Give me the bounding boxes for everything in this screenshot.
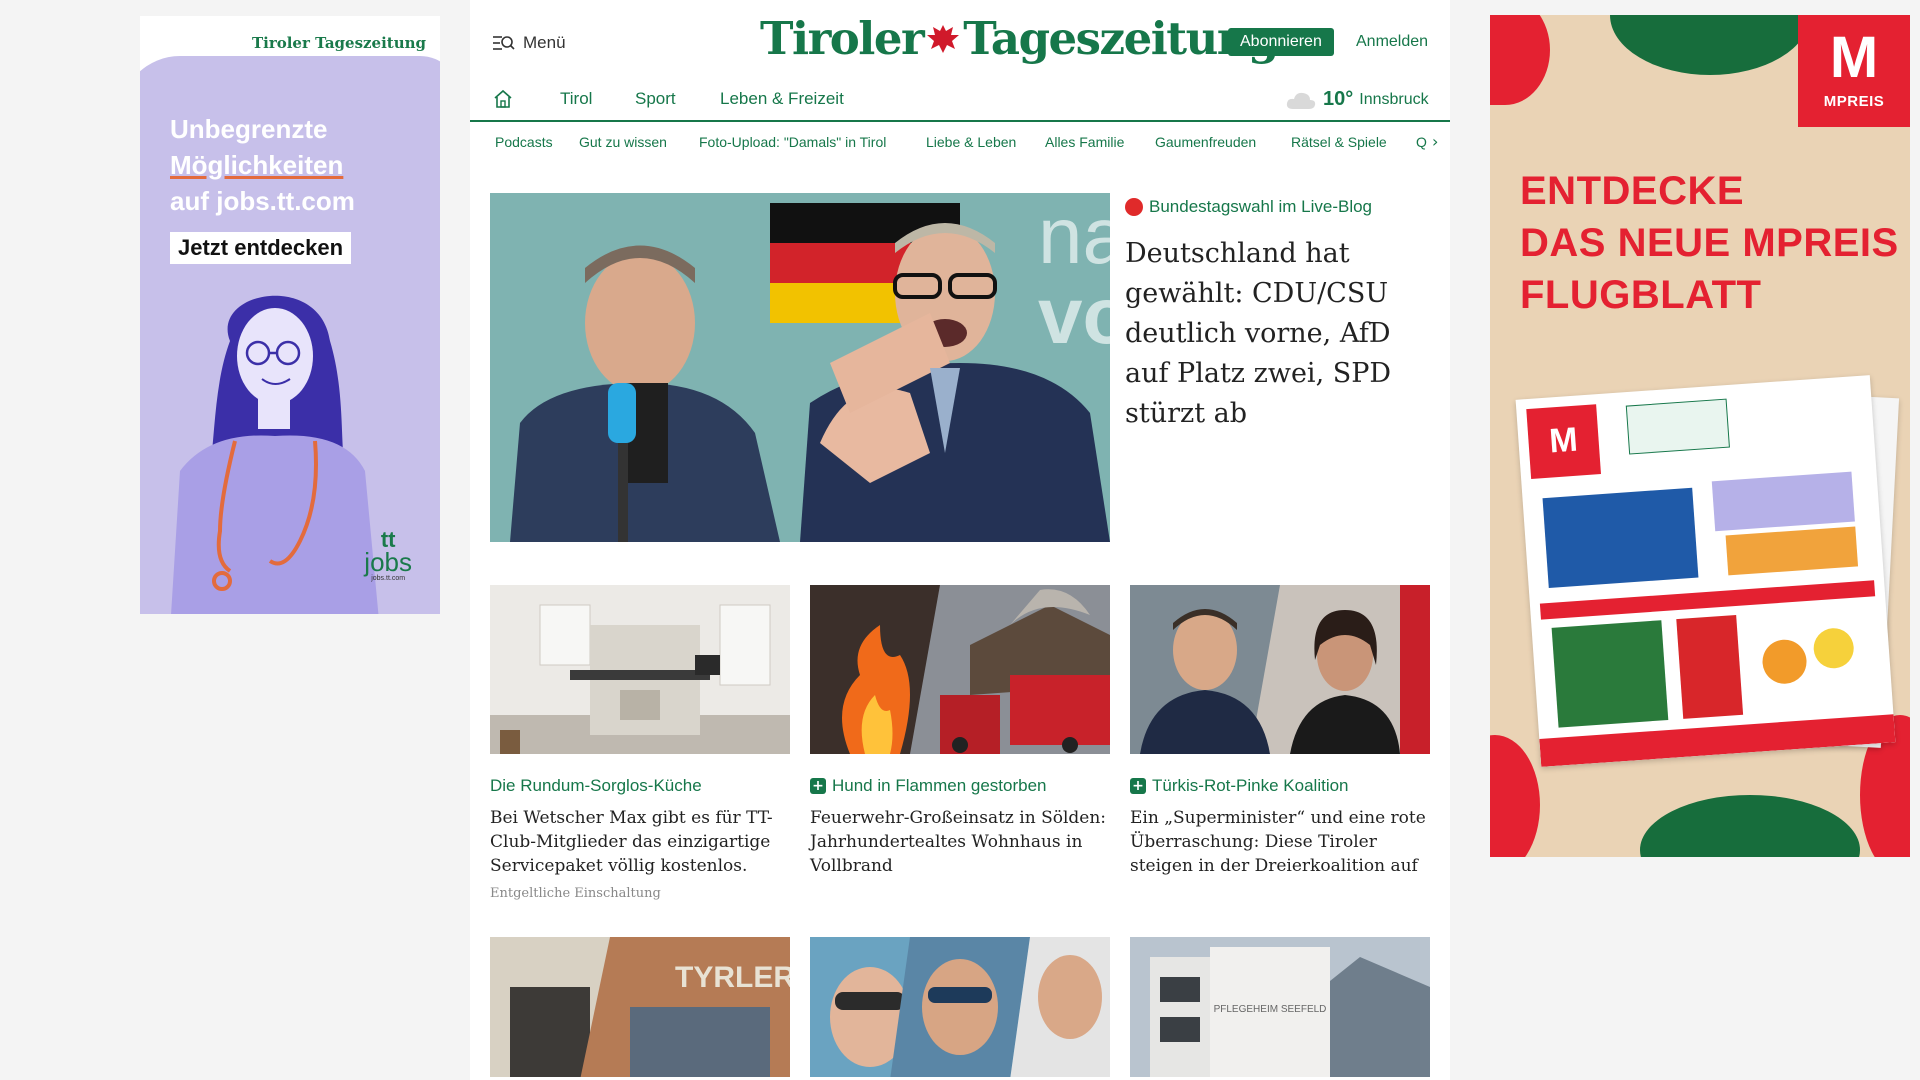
jobs-ad-banner[interactable]: Tiroler Tageszeitung Unbegrenzte Möglich… [140, 16, 440, 614]
article-card[interactable]: + Türkis-Rot-Pinke Koalition Ein „Superm… [1130, 585, 1430, 878]
subnav-item-gaumenfreuden[interactable]: Gaumenfreuden [1155, 134, 1256, 150]
ad-headline-line: Unbegrenzte [170, 114, 328, 144]
shop-sign-text: TYRLER [675, 961, 790, 994]
site-logo[interactable]: Tiroler Tageszeitung [760, 12, 1279, 65]
flyer-image: M [1515, 375, 1896, 767]
main-column: Menü Tiroler Tageszeitung Abonnieren Anm… [470, 0, 1450, 1080]
chevron-right-icon[interactable]: › [1432, 132, 1438, 151]
hero-kicker[interactable]: Bundestagswahl im Live-Blog [1125, 197, 1372, 217]
article-kicker-label: Hund in Flammen gestorben [832, 776, 1047, 795]
subnav-item-foto-upload[interactable]: Foto-Upload: "Damals" in Tirol [699, 134, 886, 150]
building-sign-text: PFLEGEHEIM SEEFELD [1214, 1004, 1327, 1015]
article-title[interactable]: Feuerwehr-Großeinsatz in Sölden: Jahrhun… [810, 806, 1110, 878]
menu-label: Menü [523, 33, 566, 52]
subscribe-button[interactable]: Abonnieren [1228, 28, 1334, 56]
article-image-building[interactable]: PFLEGEHEIM SEEFELD [1130, 937, 1430, 1077]
mpreis-headline: ENTDECKE DAS NEUE MPREIS FLUGBLATT [1520, 165, 1899, 321]
article-title[interactable]: Ein „Superminister“ und eine rote Überra… [1130, 806, 1430, 878]
logo-jobs: jobs [364, 547, 412, 577]
article-card[interactable]: + Hund in Flammen gestorben Feuerwehr-Gr… [810, 585, 1110, 878]
live-dot-icon [1125, 198, 1143, 216]
subnav-item-podcasts[interactable]: Podcasts [495, 134, 553, 150]
svg-text:na: na [1038, 193, 1110, 280]
subnav-item-raetsel-spiele[interactable]: Rätsel & Spiele [1291, 134, 1387, 150]
article-kicker[interactable]: + Türkis-Rot-Pinke Koalition [1130, 776, 1430, 796]
mpreis-headline-line: ENTDECKE [1520, 169, 1745, 213]
menu-button[interactable]: Menü [492, 33, 566, 53]
subnav-item-gut-zu-wissen[interactable]: Gut zu wissen [579, 134, 667, 150]
ad-brand-logo: Tiroler Tageszeitung [251, 34, 426, 52]
svg-text:vo: vo [1038, 271, 1110, 360]
mpreis-logo-name: MPREIS [1823, 93, 1885, 110]
ad-headline-line: auf jobs.tt.com [170, 186, 355, 216]
main-nav: Tirol Sport Leben & Freizeit 10° Innsbru… [470, 82, 1450, 122]
tyrolean-eagle-icon [927, 24, 960, 53]
tt-jobs-logo: tt jobs jobs.tt.com [364, 529, 412, 583]
ad-headline-line: Möglichkeiten [170, 150, 344, 180]
article-title[interactable]: Bei Wetscher Max gibt es für TT-Club-Mit… [490, 806, 790, 878]
plus-badge-icon: + [810, 778, 826, 794]
nav-item-tirol[interactable]: Tirol [560, 89, 592, 109]
nav-item-leben-freizeit[interactable]: Leben & Freizeit [720, 89, 844, 109]
subnav-item-alles-familie[interactable]: Alles Familie [1045, 134, 1124, 150]
logo-url: jobs.tt.com [371, 575, 406, 582]
article-image-people[interactable] [810, 937, 1110, 1077]
mpreis-logo: M MPREIS [1798, 15, 1910, 127]
sub-nav: Podcasts Gut zu wissen Foto-Upload: "Dam… [470, 122, 1450, 164]
svg-text:M: M [1548, 421, 1579, 461]
ad-cta-button[interactable]: Jetzt entdecken [170, 232, 352, 264]
article-kicker[interactable]: Die Rundum-Sorglos-Küche [490, 776, 790, 796]
article-image-politicians[interactable] [1130, 585, 1430, 754]
hero-kicker-label: Bundestagswahl im Live-Blog [1149, 197, 1373, 216]
login-link[interactable]: Anmelden [1356, 33, 1428, 51]
paid-content-label: Entgeltliche Einschaltung [490, 886, 661, 901]
article-kicker-label: Türkis-Rot-Pinke Koalition [1152, 776, 1349, 795]
mpreis-headline-line: DAS NEUE MPREIS [1520, 221, 1899, 265]
cloud-icon [1286, 92, 1316, 109]
mpreis-headline-line: FLUGBLATT [1520, 273, 1762, 317]
mpreis-logo-letter: M [1829, 25, 1879, 90]
mpreis-ad-banner[interactable]: M MPREIS ENTDECKE DAS NEUE MPREIS FLUGBL… [1490, 15, 1910, 857]
site-header: Menü Tiroler Tageszeitung Abonnieren Anm… [470, 0, 1450, 82]
article-image-fire[interactable] [810, 585, 1110, 754]
logo-text-left: Tiroler [760, 12, 925, 65]
home-icon[interactable] [492, 88, 514, 110]
article-card[interactable]: Die Rundum-Sorglos-Küche Bei Wetscher Ma… [490, 585, 790, 901]
nav-item-sport[interactable]: Sport [635, 89, 676, 109]
subnav-item-truncated[interactable]: Q [1416, 134, 1427, 150]
article-kicker[interactable]: + Hund in Flammen gestorben [810, 776, 1110, 796]
article-image-kitchen[interactable] [490, 585, 790, 754]
menu-search-icon [493, 36, 515, 50]
woman-illustration [171, 295, 379, 614]
hero-headline[interactable]: Deutschland hat gewählt: CDU/CSU deutlic… [1125, 234, 1435, 434]
subnav-item-liebe-leben[interactable]: Liebe & Leben [926, 134, 1016, 150]
weather-widget[interactable]: 10° Innsbruck [1285, 88, 1429, 111]
article-image-shop[interactable]: TYRLER [490, 937, 790, 1077]
ad-headline: Unbegrenzte Möglichkeiten auf jobs.tt.co… [170, 111, 355, 219]
weather-temperature: 10° [1323, 88, 1354, 110]
weather-city: Innsbruck [1359, 90, 1429, 108]
plus-badge-icon: + [1130, 778, 1146, 794]
hero-image[interactable]: na vo [490, 193, 1110, 542]
